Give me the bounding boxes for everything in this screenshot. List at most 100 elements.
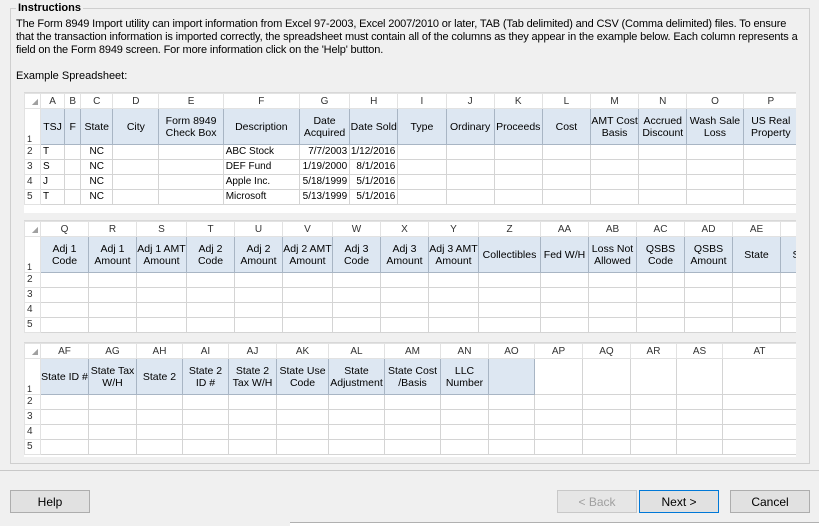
header-cell: Proceeds: [493, 108, 543, 145]
table-row: 5: [24, 317, 796, 333]
header-cell: Adj 2 AMT Amount: [282, 236, 333, 273]
col-letter: E: [158, 93, 224, 109]
cell-date-acquired: 7/7/2003: [298, 144, 351, 160]
header-cell: Adj 1 AMT Amount: [136, 236, 187, 273]
col-letter: AB: [588, 221, 637, 237]
col-letter: L: [541, 93, 592, 109]
table-row: 2: [24, 394, 796, 410]
col-letter: P: [742, 93, 796, 109]
col-letter: AF: [40, 343, 89, 359]
row-number: 3: [24, 409, 41, 425]
header-cell: State Cost /Basis: [384, 358, 441, 395]
table-row: 3 S NC DEF Fund 1/19/2000 8/1/2016: [24, 159, 796, 175]
col-letter: Z: [478, 221, 541, 237]
instructions-title: Instructions: [16, 2, 83, 14]
col-letter: I: [397, 93, 447, 109]
header-cell: State Tax W/H: [88, 358, 137, 395]
header-cell: Form 8949 Check Box: [158, 108, 224, 145]
header-cell: State Adjustment: [328, 358, 385, 395]
row-number: 5: [24, 439, 41, 455]
cell-tsj: J: [40, 174, 66, 190]
col-letter: M: [590, 93, 640, 109]
header-cell: Adj 3 Code: [332, 236, 381, 273]
corner-cell: ◢: [24, 343, 41, 359]
header-cell: Adj 1 Amount: [88, 236, 137, 273]
col-letter: S: [136, 221, 187, 237]
header-cell: State 2 Tax W/H: [228, 358, 277, 395]
col-letter: AO: [488, 343, 535, 359]
header-cell: [488, 358, 535, 395]
header-cell: Adj 1 Code: [40, 236, 89, 273]
col-letter: N: [638, 93, 688, 109]
row-number: 4: [24, 302, 41, 318]
cell-state: NC: [80, 159, 114, 175]
col-letter: AK: [276, 343, 329, 359]
col-letter: V: [282, 221, 333, 237]
col-letter: AE: [732, 221, 781, 237]
col-letter: AR: [630, 343, 677, 359]
cell-state: NC: [80, 144, 114, 160]
header-cell: St: [780, 236, 796, 273]
table-row: 5 T NC Microsoft 5/13/1999 5/1/2016: [24, 189, 796, 205]
col-letter: AC: [636, 221, 685, 237]
cell-description: ABC Stock: [222, 144, 300, 160]
col-letter: B: [64, 93, 82, 109]
header-cell: LLC Number: [440, 358, 489, 395]
header-cell: Ordinary: [445, 108, 495, 145]
header-cell: Collectibles: [478, 236, 541, 273]
row-number: 4: [24, 174, 42, 190]
col-letter: AP: [534, 343, 583, 359]
cell-date-acquired: 5/13/1999: [298, 189, 351, 205]
header-cell: Adj 2 Amount: [234, 236, 283, 273]
row-number: 2: [24, 394, 41, 410]
col-letter: F: [222, 93, 300, 109]
table-row: 5: [24, 439, 796, 455]
header-cell: City: [112, 108, 160, 145]
help-button[interactable]: Help: [10, 490, 90, 513]
back-button[interactable]: < Back: [557, 490, 637, 513]
col-letter: Y: [428, 221, 479, 237]
cell-date-acquired: 5/18/1999: [298, 174, 351, 190]
row-number: 3: [24, 159, 42, 175]
col-letter: C: [80, 93, 114, 109]
col-letter: AA: [540, 221, 589, 237]
table-row: 2 T NC ABC Stock 7/7/2003 1/12/2016: [24, 144, 796, 160]
header-cell: Date Acquired: [298, 108, 351, 145]
col-letter: K: [493, 93, 543, 109]
cell-date-sold: 8/1/2016: [349, 159, 399, 175]
row-number: 1: [24, 358, 41, 395]
col-letter: AS: [676, 343, 723, 359]
row-number: 2: [24, 144, 42, 160]
corner-cell: ◢: [24, 93, 42, 109]
example-sheet-columns-a-p: ◢ A B C D E F G H I J K L M N O P 1 TSJ …: [24, 92, 796, 213]
cell-description: Microsoft: [222, 189, 300, 205]
col-letter: H: [349, 93, 399, 109]
header-cell: Wash Sale Loss: [686, 108, 744, 145]
header-cell: Adj 2 Code: [186, 236, 235, 273]
header-cell: State ID #: [40, 358, 89, 395]
header-cell: State 2 ID #: [182, 358, 229, 395]
cell-date-sold: 5/1/2016: [349, 174, 399, 190]
cancel-button[interactable]: Cancel: [730, 490, 810, 513]
header-cell: State: [80, 108, 114, 145]
example-spreadsheet-label: Example Spreadsheet:: [16, 70, 128, 82]
row-number: 1: [24, 108, 42, 145]
next-button[interactable]: Next >: [639, 490, 719, 513]
corner-cell: ◢: [24, 221, 41, 237]
col-letter: AL: [328, 343, 385, 359]
col-letter: O: [686, 93, 744, 109]
header-cell: TSJ: [40, 108, 66, 145]
table-row: 4 J NC Apple Inc. 5/18/1999 5/1/2016: [24, 174, 796, 190]
row-number: 5: [24, 189, 42, 205]
table-row: 4: [24, 424, 796, 440]
instructions-text: The Form 8949 Import utility can import …: [16, 18, 798, 56]
header-cell: Description: [222, 108, 300, 145]
row-number: 4: [24, 424, 41, 440]
col-letter: T: [186, 221, 235, 237]
window-bottom-edge: [290, 522, 819, 526]
cell-state: NC: [80, 189, 114, 205]
table-row: 3: [24, 287, 796, 303]
header-cell: Adj 3 AMT Amount: [428, 236, 479, 273]
table-row: 4: [24, 302, 796, 318]
col-letter: Q: [40, 221, 89, 237]
